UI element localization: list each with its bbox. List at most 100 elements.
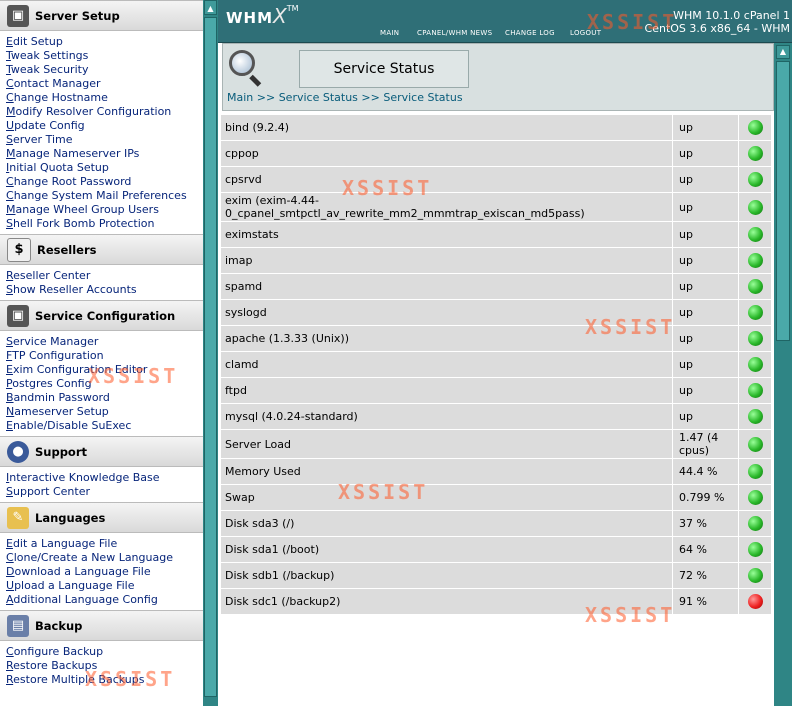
sidebar-link[interactable]: Manage Nameserver IPs	[6, 147, 203, 161]
service-name: Disk sda3 (/)	[221, 511, 673, 536]
sidebar-section-header: ▣ Service Configuration	[0, 300, 203, 331]
service-name: exim (exim-4.44-0_cpanel_smtpctl_av_rewr…	[221, 193, 673, 221]
service-name: clamd	[221, 352, 673, 377]
page-title: Service Status	[299, 50, 469, 88]
sidebar-link[interactable]: Bandmin Password	[6, 391, 203, 405]
sidebar-link[interactable]: Upload a Language File	[6, 579, 203, 593]
status-ok-icon	[747, 331, 763, 346]
sidebar-section-title: Languages	[35, 510, 106, 525]
status-ok-icon	[747, 436, 763, 452]
sidebar-link-list: Interactive Knowledge Base Support Center	[0, 467, 203, 502]
sidebar-scroll-thumb[interactable]	[204, 17, 217, 697]
table-row: Disk sda1 (/boot) 64 %	[221, 537, 771, 562]
sidebar-link[interactable]: FTP Configuration	[6, 349, 203, 363]
service-name: Server Load	[221, 430, 673, 458]
status-ok-icon	[747, 253, 763, 268]
sidebar-link[interactable]: Show Reseller Accounts	[6, 283, 203, 297]
table-row: bind (9.2.4) up	[221, 115, 771, 140]
status-indicator-cell	[739, 274, 771, 299]
service-name: Disk sdc1 (/backup2)	[221, 589, 673, 614]
sidebar-link[interactable]: Additional Language Config	[6, 593, 203, 607]
service-status: 0.799 %	[673, 485, 739, 510]
sidebar-link[interactable]: Restore Backups	[6, 659, 203, 673]
table-row: Swap 0.799 %	[221, 485, 771, 510]
sidebar-link[interactable]: Modify Resolver Configuration	[6, 105, 203, 119]
service-status: up	[673, 352, 739, 377]
nav-change-log[interactable]: CHANGE LOG	[505, 29, 555, 37]
table-row: spamd up	[221, 274, 771, 299]
sidebar-scrollbar[interactable]: ▲	[203, 0, 218, 706]
sidebar-link[interactable]: Support Center	[6, 485, 203, 499]
status-indicator-cell	[739, 248, 771, 273]
service-status: 1.47 (4 cpus)	[673, 430, 739, 458]
sidebar-link[interactable]: Update Config	[6, 119, 203, 133]
breadcrumb-main[interactable]: Main	[227, 91, 253, 104]
sidebar-link[interactable]: Postgres Config	[6, 377, 203, 391]
scroll-up-arrow-icon[interactable]: ▲	[204, 0, 217, 15]
table-row: imap up	[221, 248, 771, 273]
service-status: 37 %	[673, 511, 739, 536]
nav-main[interactable]: MAIN	[380, 29, 399, 37]
sidebar-link[interactable]: Tweak Security	[6, 63, 203, 77]
sidebar-section-header: ▤ Backup	[0, 610, 203, 641]
sidebar-link-list: Configure Backup Restore Backups Restore M…	[0, 641, 203, 690]
sidebar-link[interactable]: Exim Configuration Editor	[6, 363, 203, 377]
sidebar-link[interactable]: Reseller Center	[6, 269, 203, 283]
status-indicator-cell	[739, 537, 771, 562]
breadcrumb-service-status[interactable]: Service Status	[279, 91, 358, 104]
sidebar-link[interactable]: Shell Fork Bomb Protection	[6, 217, 203, 231]
sidebar-link[interactable]: Change System Mail Preferences	[6, 189, 203, 203]
status-indicator-cell	[739, 300, 771, 325]
status-indicator-cell	[739, 563, 771, 588]
service-status: up	[673, 141, 739, 166]
table-row: Disk sda3 (/) 37 %	[221, 511, 771, 536]
status-indicator-cell	[739, 326, 771, 351]
main-scroll-thumb[interactable]	[776, 61, 790, 341]
sidebar-link[interactable]: Interactive Knowledge Base	[6, 471, 203, 485]
table-row: exim (exim-4.44-0_cpanel_smtpctl_av_rewr…	[221, 193, 771, 221]
table-row: syslogd up	[221, 300, 771, 325]
table-row: Memory Used 44.4 %	[221, 459, 771, 484]
sidebar-link[interactable]: Initial Quota Setup	[6, 161, 203, 175]
breadcrumb-current: Service Status	[383, 91, 463, 104]
table-row: Disk sdb1 (/backup) 72 %	[221, 563, 771, 588]
sidebar-link[interactable]: Nameserver Setup	[6, 405, 203, 419]
sidebar-link[interactable]: Contact Manager	[6, 77, 203, 91]
status-ok-icon	[747, 542, 763, 557]
table-row: ftpd up	[221, 378, 771, 403]
sidebar-link[interactable]: Change Root Password	[6, 175, 203, 189]
sidebar-link[interactable]: Download a Language File	[6, 565, 203, 579]
sidebar-link[interactable]: Clone/Create a New Language	[6, 551, 203, 565]
breadcrumb-sep-1: >>	[256, 91, 276, 104]
service-status: up	[673, 378, 739, 403]
sidebar-link[interactable]: Manage Wheel Group Users	[6, 203, 203, 217]
sidebar-section-title: Server Setup	[35, 8, 120, 23]
breadcrumb-sep-2: >>	[361, 91, 380, 104]
scroll-up-arrow-icon[interactable]: ▲	[776, 45, 790, 59]
sidebar-link[interactable]: Tweak Settings	[6, 49, 203, 63]
service-name: eximstats	[221, 222, 673, 247]
nav-cpanel-whm-news[interactable]: CPANEL/WHM NEWS	[417, 29, 492, 37]
sidebar-link[interactable]: Enable/Disable SuExec	[6, 419, 203, 433]
service-status: up	[673, 326, 739, 351]
service-status: 91 %	[673, 589, 739, 614]
sidebar-link[interactable]: Change Hostname	[6, 91, 203, 105]
sidebar-link[interactable]: Edit a Language File	[6, 537, 203, 551]
status-indicator-cell	[739, 511, 771, 536]
service-status: 72 %	[673, 563, 739, 588]
sidebar-link[interactable]: Restore Multiple Backups	[6, 673, 203, 687]
table-row: mysql (4.0.24-standard) up	[221, 404, 771, 429]
service-status: up	[673, 115, 739, 140]
status-ok-icon	[747, 409, 763, 424]
version-line-2: CentOS 3.6 x86_64 - WHM	[644, 22, 790, 35]
service-name: Disk sdb1 (/backup)	[221, 563, 673, 588]
main-scrollbar[interactable]: ▲	[774, 43, 792, 706]
sidebar-link[interactable]: Edit Setup	[6, 35, 203, 49]
status-indicator-cell	[739, 589, 771, 614]
sidebar-link[interactable]: Server Time	[6, 133, 203, 147]
service-status: up	[673, 248, 739, 273]
sidebar-link[interactable]: Service Manager	[6, 335, 203, 349]
nav-logout[interactable]: LOGOUT	[570, 29, 601, 37]
sidebar-link[interactable]: Configure Backup	[6, 645, 203, 659]
page-title-box: Service Status Main >> Service Status >>…	[222, 43, 774, 111]
